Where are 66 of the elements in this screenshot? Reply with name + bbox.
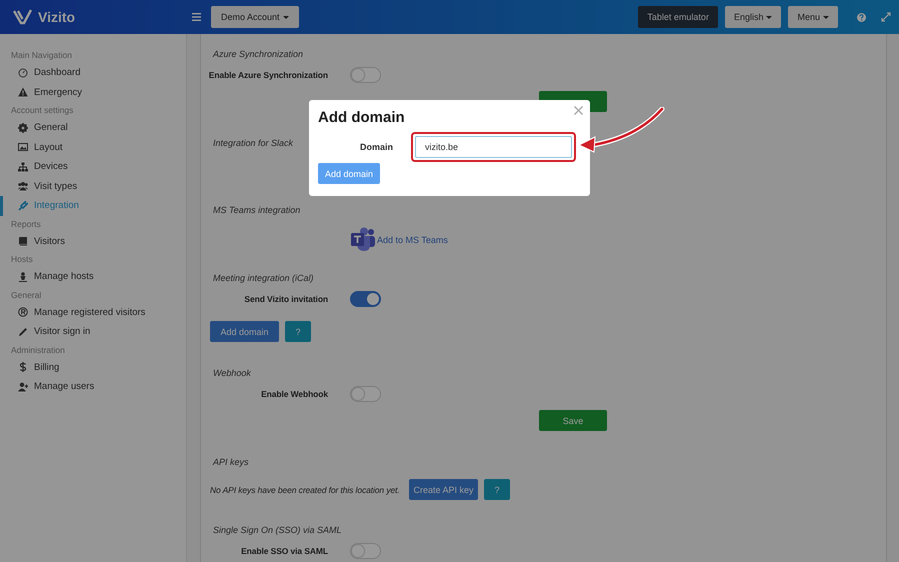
- sidebar-item[interactable]: Visit types: [0, 176, 186, 196]
- sidebar-item[interactable]: Billing: [0, 358, 186, 377]
- tablet-emulator-button[interactable]: Tablet emulator: [638, 6, 718, 28]
- help-icon[interactable]: [857, 12, 866, 22]
- toggle-label: Enable Webhook: [260, 389, 328, 399]
- empty-state-text: No API keys have been created for this location yet.: [210, 484, 401, 494]
- nav-section-heading: Administration: [11, 344, 65, 356]
- add-to-teams-link[interactable]: Add to MS Teams: [377, 234, 448, 244]
- caret-icon: [823, 16, 829, 18]
- sidebar-item[interactable]: Dashboard: [0, 63, 186, 82]
- sidebar-item[interactable]: Visitor sign in: [0, 322, 186, 342]
- section-title: MS Teams integration: [213, 205, 300, 215]
- sidebar-item[interactable]: Devices: [0, 157, 186, 176]
- dollar-icon: [18, 362, 28, 372]
- sitemap-icon: [18, 162, 28, 172]
- add-user-icon: [18, 382, 28, 392]
- pencil-icon: [18, 326, 28, 337]
- nav-section-heading: Main Navigation: [11, 49, 72, 61]
- dialog-title: Add domain: [318, 108, 405, 128]
- sidebar-item[interactable]: Manage registered visitors: [0, 302, 186, 322]
- gear-icon: [18, 122, 28, 133]
- add-domain-button[interactable]: Add domain: [318, 163, 380, 184]
- toggle-switch[interactable]: [350, 291, 381, 307]
- logo-icon: [13, 9, 33, 25]
- add-domain-button[interactable]: Add domain: [210, 321, 279, 342]
- sidebar-item[interactable]: Manage users: [0, 377, 186, 396]
- gauge-icon: [18, 68, 28, 78]
- sidebar-item[interactable]: General: [0, 118, 186, 138]
- caret-icon: [766, 16, 772, 18]
- users-icon: [18, 181, 28, 192]
- create-api-key-button[interactable]: Create API key: [409, 479, 478, 500]
- expand-icon[interactable]: [881, 12, 891, 22]
- caret-icon: [282, 16, 289, 18]
- image-icon: [18, 142, 28, 152]
- toggle-label: Enable SSO via SAML: [240, 546, 328, 556]
- teams-logo-icon: [350, 227, 376, 252]
- menu-icon[interactable]: [192, 13, 201, 21]
- registered-icon: [18, 307, 28, 318]
- warning-icon: [18, 87, 28, 98]
- section-title: Azure Synchronization: [213, 49, 304, 59]
- field-label: Domain: [358, 142, 393, 152]
- domain-input-field[interactable]: vizito.be: [415, 136, 572, 158]
- section-title: Webhook: [213, 368, 251, 378]
- section-title: Integration for Slack: [213, 138, 294, 148]
- section-title: Meeting integration (iCal): [213, 273, 314, 283]
- save-button[interactable]: Save: [539, 410, 607, 431]
- menu-dropdown[interactable]: Menu: [788, 6, 838, 28]
- toggle-label: Send Vizito invitation: [243, 294, 328, 304]
- nav-section-heading: Account settings: [11, 104, 74, 116]
- toggle-label: Enable Azure Synchronization: [208, 70, 328, 80]
- sidebar-item[interactable]: Layout: [0, 138, 186, 157]
- nav-section-heading: General: [11, 288, 42, 300]
- book-icon: [18, 236, 28, 246]
- person-icon: [18, 272, 28, 282]
- nav-section-heading: Hosts: [11, 253, 33, 265]
- close-icon[interactable]: [574, 106, 583, 115]
- language-dropdown[interactable]: English: [724, 6, 782, 28]
- plug-icon: [18, 200, 28, 211]
- nav-section-heading: Reports: [11, 218, 41, 230]
- logo-text: Vizito: [38, 9, 76, 25]
- sidebar-item[interactable]: Emergency: [0, 82, 186, 102]
- section-title: API keys: [213, 457, 249, 467]
- sidebar-item[interactable]: Visitors: [0, 232, 186, 251]
- section-title: Single Sign On (SSO) via SAML: [213, 525, 342, 535]
- account-dropdown[interactable]: Demo Account: [211, 6, 299, 28]
- sidebar-item[interactable]: Manage hosts: [0, 267, 186, 286]
